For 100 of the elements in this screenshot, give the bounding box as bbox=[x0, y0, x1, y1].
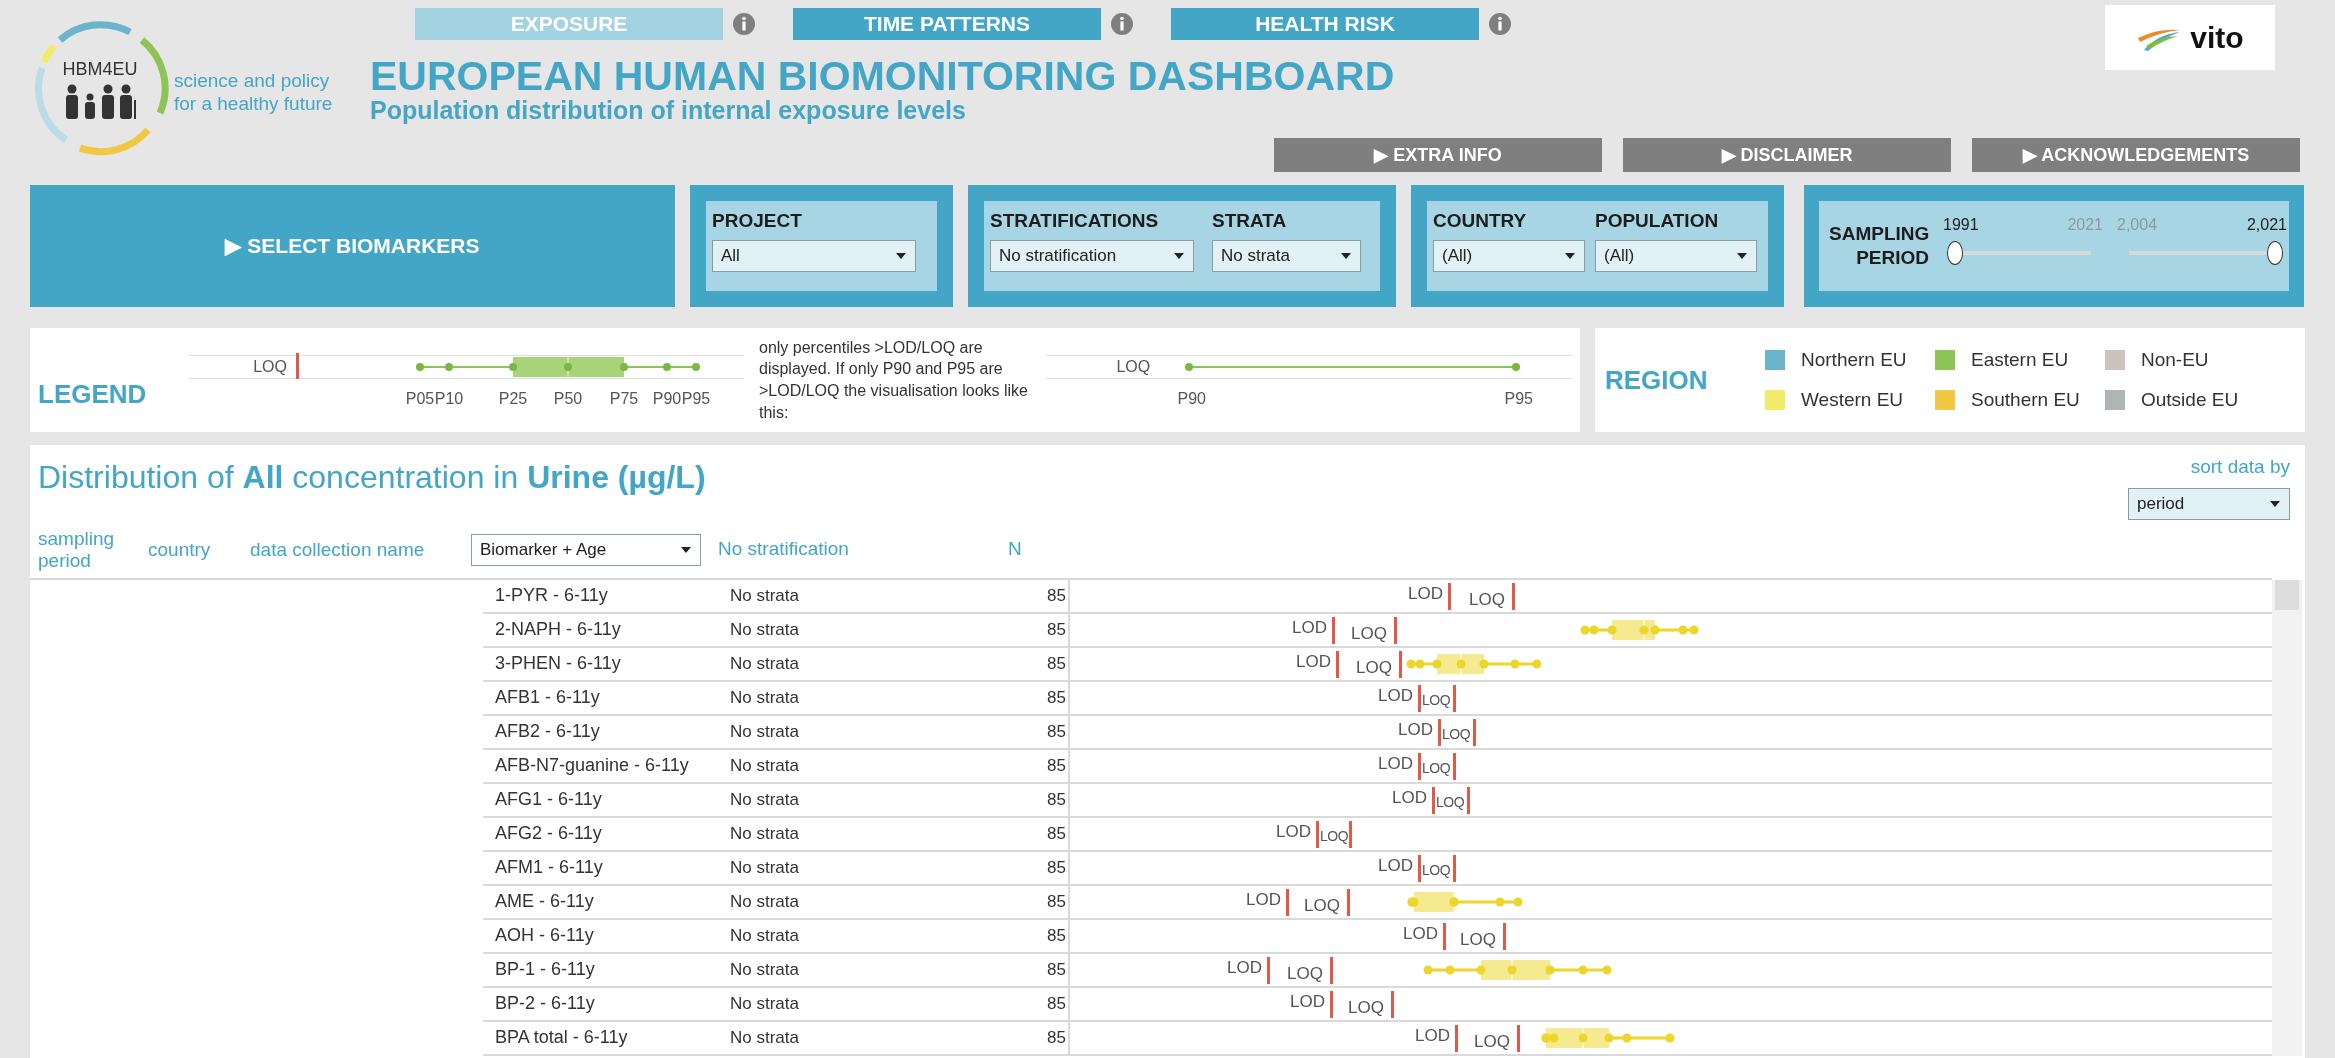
loq-marker bbox=[1467, 786, 1470, 814]
lod-marker bbox=[1438, 718, 1441, 746]
caret-icon bbox=[680, 545, 692, 554]
n-cell-text: 85 bbox=[1046, 584, 1067, 607]
loq-label: LOQ bbox=[253, 357, 287, 377]
percentile-label: P75 bbox=[609, 389, 639, 409]
loq-label: LOQ bbox=[1469, 590, 1505, 608]
n-cell-text: 85 bbox=[1046, 856, 1067, 879]
loq-label: LOQ bbox=[1320, 828, 1349, 843]
loq-marker bbox=[1391, 990, 1394, 1018]
loq-label: LOQ bbox=[1474, 1032, 1510, 1050]
percentile-label: P90 bbox=[1177, 389, 1206, 409]
strata-cell-text: No strata bbox=[729, 788, 800, 811]
strata-cell-text: No strata bbox=[729, 958, 800, 981]
strata-cell-text: No strata bbox=[729, 856, 800, 879]
loq-marker bbox=[1347, 888, 1350, 916]
n-cell-text: 85 bbox=[1046, 1026, 1067, 1049]
caret-icon bbox=[1340, 251, 1352, 260]
biomarker-cell-text: 3-PHEN - 6-11y bbox=[494, 652, 622, 675]
logo-text: vito bbox=[2190, 20, 2244, 56]
loq-label: LOQ bbox=[1116, 357, 1151, 377]
column-header: data collection name bbox=[250, 538, 426, 561]
n-cell-text: 85 bbox=[1046, 890, 1067, 913]
lod-marker bbox=[1443, 922, 1446, 950]
lod-marker bbox=[1332, 616, 1335, 644]
biomarker-cell-text: BPA total - 6-11y bbox=[494, 1026, 629, 1049]
lod-label: LOD bbox=[1276, 822, 1311, 840]
percentile-label: P50 bbox=[553, 389, 583, 409]
scrollbar[interactable] bbox=[2272, 579, 2302, 1056]
dashboard-title: EUROPEAN HUMAN BIOMONITORING DASHBOARD bbox=[370, 56, 1396, 97]
loq-label: LOQ bbox=[1287, 964, 1323, 982]
loq-label: LOQ bbox=[1351, 624, 1387, 642]
filter-dropdown[interactable]: (All) bbox=[1433, 239, 1585, 272]
percentile-label: P05 bbox=[405, 389, 435, 409]
logo-tagline: science and policy for a healthy future bbox=[174, 70, 334, 116]
lod-marker bbox=[1418, 684, 1421, 712]
lod-label: LOD bbox=[1246, 890, 1281, 908]
biomarker-cell-text: 2-NAPH - 6-11y bbox=[494, 618, 622, 641]
slider-thumb[interactable] bbox=[2267, 241, 2283, 265]
lod-label: LOD bbox=[1292, 618, 1327, 636]
caret-icon bbox=[1564, 251, 1576, 260]
n-cell-text: 85 bbox=[1046, 992, 1067, 1015]
lod-label: LOD bbox=[1415, 1026, 1450, 1044]
lod-marker bbox=[1330, 990, 1333, 1018]
chart-title: Distribution of All concentration in Urine (µg/L) bbox=[38, 458, 706, 497]
lod-label: LOD bbox=[1378, 686, 1413, 704]
scrollbar-thumb[interactable] bbox=[2275, 579, 2299, 610]
sort-label: sort data by bbox=[2190, 455, 2290, 479]
column-header: N bbox=[1008, 537, 1023, 562]
strata-cell-text: No strata bbox=[729, 754, 800, 777]
biomarker-cell-text: AME - 6-11y bbox=[494, 890, 595, 913]
strata-cell-text: No strata bbox=[729, 924, 800, 947]
lod-label: LOD bbox=[1403, 924, 1438, 942]
lod-marker bbox=[1316, 820, 1319, 848]
link-button[interactable]: ▶ DISCLAIMER bbox=[1623, 138, 1951, 172]
loq-label: LOQ bbox=[1422, 760, 1451, 775]
slider-max-label: 2021 bbox=[2067, 215, 2103, 235]
lod-label: LOD bbox=[1378, 754, 1413, 772]
info-icon[interactable] bbox=[1110, 12, 1134, 36]
filter-label: PROJECT bbox=[712, 209, 803, 233]
loq-label: LOQ bbox=[1436, 794, 1465, 809]
n-cell-text: 85 bbox=[1046, 958, 1067, 981]
n-cell-text: 85 bbox=[1046, 754, 1067, 777]
strata-cell-text: No strata bbox=[729, 584, 800, 607]
link-button[interactable]: ▶ EXTRA INFO bbox=[1274, 138, 1602, 172]
row-dropdown[interactable]: Biomarker + Age bbox=[471, 533, 701, 566]
info-icon[interactable] bbox=[1488, 12, 1512, 36]
info-icon[interactable] bbox=[732, 12, 756, 36]
lod-marker bbox=[1267, 956, 1270, 984]
loq-marker bbox=[1330, 956, 1333, 984]
loq-marker bbox=[1394, 616, 1397, 644]
strata-cell-text: No strata bbox=[729, 890, 800, 913]
biomarker-cell-text: AFG2 - 6-11y bbox=[494, 822, 603, 845]
strata-cell-text: No strata bbox=[729, 618, 800, 641]
n-cell-text: 85 bbox=[1046, 618, 1067, 641]
caret-icon bbox=[1736, 251, 1748, 260]
filter-dropdown[interactable]: All bbox=[712, 239, 916, 272]
strata-cell-text: No strata bbox=[729, 686, 800, 709]
lod-marker bbox=[1418, 854, 1421, 882]
slider-thumb[interactable] bbox=[1947, 241, 1963, 265]
region-label: Eastern EU bbox=[1971, 347, 2069, 372]
link-button[interactable]: ▶ ACKNOWLEDGEMENTS bbox=[1972, 138, 2300, 172]
column-header: sampling period bbox=[38, 527, 116, 572]
sort-dropdown[interactable]: period bbox=[2128, 487, 2290, 520]
biomarker-cell-text: AFB1 - 6-11y bbox=[494, 686, 601, 709]
lod-label: LOD bbox=[1378, 856, 1413, 874]
filter-dropdown[interactable]: No stratification bbox=[990, 239, 1194, 272]
lod-label: LOD bbox=[1290, 992, 1325, 1010]
slider-min-label: 2,004 bbox=[2117, 215, 2158, 235]
percentile-label: P90 bbox=[652, 389, 682, 409]
loq-label: LOQ bbox=[1356, 658, 1392, 676]
filter-dropdown[interactable]: (All) bbox=[1595, 239, 1757, 272]
percentile-label: P10 bbox=[434, 389, 464, 409]
filter-dropdown[interactable]: No strata bbox=[1212, 239, 1361, 272]
region-label: Northern EU bbox=[1801, 347, 1907, 372]
loq-label: LOQ bbox=[1304, 896, 1340, 914]
slider-max-label: 2,021 bbox=[2246, 215, 2287, 235]
percentile-label: P95 bbox=[681, 389, 711, 409]
loq-marker bbox=[1453, 684, 1456, 712]
biomarker-cell-text: AFB-N7-guanine - 6-11y bbox=[494, 754, 690, 777]
